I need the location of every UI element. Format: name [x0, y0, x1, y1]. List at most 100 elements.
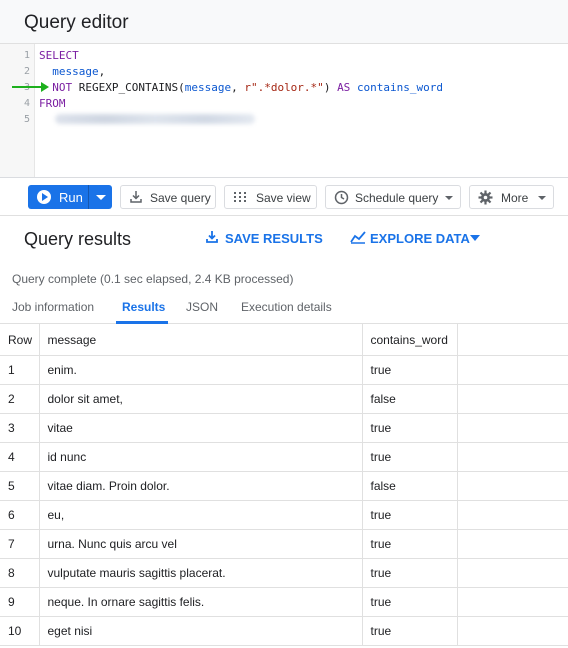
line-number-gutter: 1 2 3 4 5	[0, 44, 35, 177]
message-cell: vitae diam. Proin dolor.	[39, 471, 363, 501]
save-results-button[interactable]: SAVE RESULTS	[205, 231, 323, 247]
message-cell: vitae	[39, 413, 363, 443]
table-row: 9 neque. In ornare sagittis felis. true	[0, 587, 568, 617]
code-line-3: NOT REGEXP_CONTAINS(message, r".*dolor.*…	[39, 80, 443, 96]
line-number: 2	[23, 66, 30, 77]
run-options-caret-icon[interactable]	[96, 195, 106, 200]
message-cell: dolor sit amet,	[39, 384, 363, 414]
contains-word-cell: true	[362, 500, 458, 530]
column-header-message: message	[39, 324, 363, 356]
code-column-message: message	[52, 65, 99, 78]
code-comma: ,	[98, 65, 106, 78]
editor-header: Query editor	[0, 0, 568, 44]
row-number: 9	[0, 587, 40, 617]
row-number: 2	[0, 384, 40, 414]
empty-cell	[457, 616, 568, 646]
results-title: Query results	[24, 229, 132, 249]
run-button[interactable]: Run	[28, 185, 88, 209]
line-number: 5	[23, 114, 30, 125]
row-number: 4	[0, 442, 40, 472]
row-number: 10	[0, 616, 40, 646]
code-function: REGEXP_CONTAINS(	[78, 81, 185, 94]
row-number: 7	[0, 529, 40, 559]
code-alias: contains_word	[356, 81, 444, 94]
run-button-group: Run	[28, 185, 112, 209]
code-keyword-select: SELECT	[39, 49, 79, 62]
empty-cell	[457, 500, 568, 530]
table-row: 8 vulputate mauris sagittis placerat. true	[0, 558, 568, 588]
save-query-label: Save query	[150, 191, 211, 205]
empty-cell	[457, 558, 568, 588]
explore-data-button[interactable]: EXPLORE DATA	[350, 231, 485, 247]
message-cell: eget nisi	[39, 616, 363, 646]
code-column-arg: message	[184, 81, 232, 94]
message-cell: vulputate mauris sagittis placerat.	[39, 558, 363, 588]
table-row: 6 eu, true	[0, 500, 568, 530]
run-label: Run	[59, 190, 83, 205]
tab-job-information[interactable]: Job information	[12, 300, 94, 314]
tab-results[interactable]: Results	[122, 300, 165, 314]
column-header-empty	[457, 324, 568, 356]
contains-word-cell: true	[362, 558, 458, 588]
code-close-paren: )	[323, 81, 338, 94]
gear-icon	[478, 190, 493, 205]
query-status: Query complete (0.1 sec elapsed, 2.4 KB …	[12, 272, 294, 286]
message-cell: neque. In ornare sagittis felis.	[39, 587, 363, 617]
code-editor[interactable]: 1 2 3 4 5 SELECT message, NOT REGEXP_CON…	[0, 44, 568, 178]
table-row: 10 eget nisi true	[0, 616, 568, 646]
chart-icon	[350, 231, 366, 244]
download-icon	[130, 191, 142, 203]
empty-cell	[457, 355, 568, 385]
code-keyword-as: AS	[337, 81, 351, 94]
more-button[interactable]: More	[469, 185, 554, 209]
more-label: More	[501, 191, 529, 205]
row-number: 6	[0, 500, 40, 530]
contains-word-cell: false	[362, 384, 458, 414]
row-number: 3	[0, 413, 40, 443]
schedule-query-label: Schedule query	[355, 191, 439, 205]
contains-word-cell: false	[362, 471, 458, 501]
table-row: 2 dolor sit amet, false	[0, 384, 568, 414]
explore-caret-icon	[470, 235, 480, 241]
download-icon	[206, 231, 218, 243]
contains-word-cell: true	[362, 442, 458, 472]
play-icon	[37, 190, 51, 204]
contains-word-cell: true	[362, 355, 458, 385]
empty-cell	[457, 384, 568, 414]
code-string-literal: r".*dolor.*"	[244, 81, 324, 94]
results-table: Row message contains_word 1 enim. true 2 do…	[0, 324, 568, 646]
schedule-query-button[interactable]: Schedule query	[325, 185, 461, 209]
empty-cell	[457, 413, 568, 443]
save-view-button[interactable]: Save view	[224, 185, 317, 209]
table-row: 5 vitae diam. Proin dolor. false	[0, 471, 568, 501]
code-line-2: message,	[39, 64, 105, 80]
save-results-label: SAVE RESULTS	[225, 231, 323, 246]
message-cell: id nunc	[39, 442, 363, 472]
results-header: Query results SAVE RESULTS EXPLORE DATA	[0, 216, 568, 262]
run-divider	[88, 185, 89, 209]
tab-json[interactable]: JSON	[186, 300, 218, 314]
column-header-contains-word: contains_word	[362, 324, 458, 356]
clock-icon	[334, 190, 349, 205]
line-number: 1	[23, 50, 30, 61]
save-query-button[interactable]: Save query	[120, 185, 216, 209]
table-row: 7 urna. Nunc quis arcu vel true	[0, 529, 568, 559]
results-tabs: Job information Results JSON Execution d…	[0, 294, 568, 324]
grid-icon	[234, 192, 246, 202]
tab-execution-details[interactable]: Execution details	[241, 300, 332, 314]
contains-word-cell: true	[362, 616, 458, 646]
empty-cell	[457, 587, 568, 617]
code-line-4: FROM	[39, 96, 66, 112]
save-view-label: Save view	[256, 191, 311, 205]
contains-word-cell: true	[362, 587, 458, 617]
empty-cell	[457, 529, 568, 559]
table-row: 3 vitae true	[0, 413, 568, 443]
more-caret-icon	[538, 196, 546, 200]
editor-title: Query editor	[24, 12, 129, 33]
explore-data-label: EXPLORE DATA	[370, 231, 470, 246]
row-number: 1	[0, 355, 40, 385]
table-row: 1 enim. true	[0, 355, 568, 385]
code-keyword-from: FROM	[39, 97, 66, 110]
contains-word-cell: true	[362, 413, 458, 443]
message-cell: urna. Nunc quis arcu vel	[39, 529, 363, 559]
